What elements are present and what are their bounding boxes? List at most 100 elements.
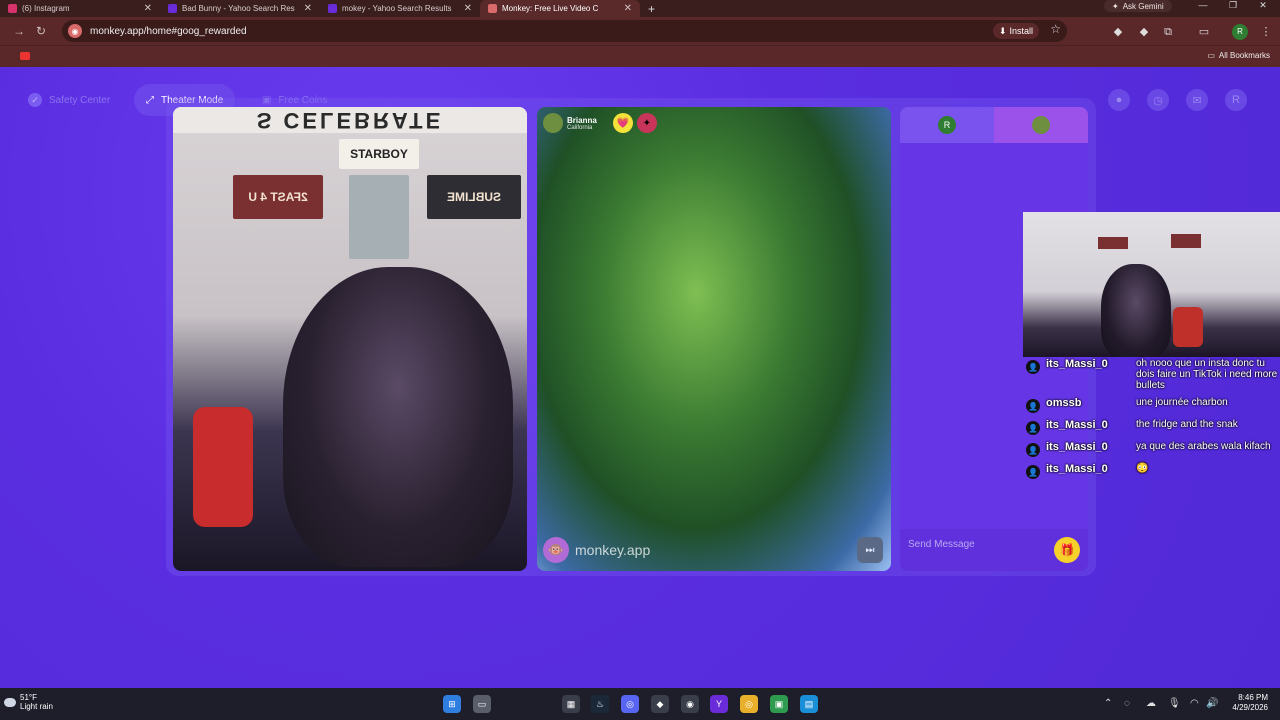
messages-icon[interactable]: ✉	[1186, 89, 1208, 111]
yahoo-icon	[328, 4, 337, 13]
bookmarks-bar: ▭ All Bookmarks	[0, 45, 1280, 67]
flag-badge-icon[interactable]: ✦	[636, 113, 657, 133]
clock[interactable]: 8:46 PM 4/29/2026	[1232, 693, 1268, 713]
chat-message: 👤 omssb une journée charbon	[1024, 397, 1280, 413]
gaming-chair	[193, 407, 253, 527]
starboy-sign: STARBOY	[339, 139, 419, 169]
extension-shield-icon[interactable]: ◆	[1136, 24, 1152, 40]
tab-title: mokey - Yahoo Search Results	[342, 4, 452, 13]
address-bar[interactable]: ◉ monkey.app/home#goog_rewarded ⬇ Install…	[62, 20, 1067, 42]
chat-text: 😳	[1136, 463, 1149, 474]
bookmark-star-icon[interactable]: ☆	[1050, 22, 1061, 36]
chat-username: its_Massi_0	[1046, 463, 1108, 475]
close-window-button[interactable]: ✕	[1248, 0, 1278, 12]
peer-avatar[interactable]	[543, 113, 563, 133]
cat-poster	[349, 175, 409, 259]
mic-icon[interactable]: 🎙	[1168, 698, 1181, 709]
maximize-button[interactable]: ❐	[1218, 0, 1248, 12]
gift-icon: 🎁	[1059, 543, 1075, 557]
user-icon: 👤	[1026, 465, 1040, 479]
history-icon[interactable]: ◷	[1147, 89, 1169, 111]
tab-yahoo-mokey[interactable]: mokey - Yahoo Search Results ✕	[320, 0, 480, 17]
all-bookmarks-label: All Bookmarks	[1218, 51, 1270, 60]
minimize-button[interactable]: —	[1188, 0, 1218, 12]
license-plate-left: 2FAST 4 U	[233, 175, 323, 219]
close-tab-icon[interactable]: ✕	[624, 3, 632, 14]
user-icon: 👤	[1026, 360, 1040, 374]
close-tab-icon[interactable]: ✕	[144, 3, 152, 14]
peer-location: California	[567, 124, 593, 131]
tray-expand-icon[interactable]: ⌃	[1104, 698, 1112, 709]
close-tab-icon[interactable]: ✕	[464, 3, 472, 14]
chrome-icon[interactable]: ◎	[740, 695, 758, 713]
app-icon[interactable]: ◆	[651, 695, 669, 713]
app-icon[interactable]: ▣	[770, 695, 788, 713]
gemini-icon: ✦	[1112, 1, 1119, 11]
coin-icon[interactable]: ●	[1108, 89, 1130, 111]
expand-icon: ⤢	[146, 94, 154, 106]
reload-icon[interactable]: ↻	[30, 24, 52, 38]
tab-peer[interactable]	[994, 107, 1088, 143]
tray-icon[interactable]: ◌	[1124, 698, 1130, 709]
peer-video: Brianna California 💗 ✦ 🐵 monkey.app ⏭	[537, 107, 891, 571]
youtube-icon[interactable]	[20, 52, 30, 60]
tab-instagram[interactable]: (6) Instagram ✕	[0, 0, 160, 17]
tab-self[interactable]: R	[900, 107, 994, 143]
extensions-puzzle-icon[interactable]: ⧉	[1160, 24, 1176, 40]
obs-icon[interactable]: ◉	[681, 695, 699, 713]
license-plate-right: SUBLIME	[427, 175, 521, 219]
user-icon: 👤	[1026, 443, 1040, 457]
watermark-text: monkey.app	[575, 542, 651, 558]
user-icon: 👤	[1026, 399, 1040, 413]
yahoo-taskbar-icon[interactable]: Y	[710, 695, 728, 713]
task-view-icon[interactable]: ▭	[473, 695, 491, 713]
monkey-logo-icon: 🐵	[543, 537, 569, 563]
heart-badge-icon[interactable]: 💗	[612, 113, 633, 133]
extension-fox-icon[interactable]: ◆	[1110, 24, 1126, 40]
tab-yahoo-bad-bunny[interactable]: Bad Bunny - Yahoo Search Res ✕	[160, 0, 320, 17]
side-panel-icon[interactable]: ▭	[1196, 24, 1212, 40]
celebrate-banner: S CELEBRATE	[173, 107, 527, 133]
cam-sign-right	[1171, 234, 1201, 248]
chat-text: oh nooo que un insta donc tu dois faire …	[1136, 358, 1278, 391]
wifi-icon[interactable]: ◠	[1190, 698, 1199, 709]
chat-text: ya que des arabes wala kifach	[1136, 441, 1271, 452]
chat-message: 👤 its_Massi_0 oh nooo que un insta donc …	[1024, 358, 1280, 391]
ask-gemini-label: Ask Gemini	[1122, 1, 1164, 11]
install-icon: ⬇	[998, 25, 1007, 36]
site-info-icon[interactable]: ◉	[68, 24, 82, 38]
weather-widget[interactable]: 51°F Light rain	[4, 693, 53, 711]
date: 4/29/2026	[1232, 703, 1268, 712]
chat-username: its_Massi_0	[1046, 358, 1108, 370]
start-icon[interactable]: ⊞	[443, 695, 461, 713]
cam-chair	[1173, 307, 1203, 347]
forward-icon[interactable]: →	[8, 24, 30, 38]
profile-avatar[interactable]: R	[1225, 89, 1247, 111]
tab-title: Monkey: Free Live Video C	[502, 4, 599, 13]
chat-username: its_Massi_0	[1046, 441, 1108, 453]
volume-icon[interactable]: 🔊	[1206, 698, 1218, 709]
ask-gemini-button[interactable]: ✦ Ask Gemini	[1104, 0, 1172, 12]
gift-button[interactable]: 🎁	[1054, 537, 1080, 563]
safety-center-button[interactable]: ✓ Safety Center	[16, 84, 122, 116]
skip-button[interactable]: ⏭	[857, 537, 883, 563]
store-taskbar-icon[interactable]: ▤	[800, 695, 818, 713]
tab-title: (6) Instagram	[22, 4, 70, 13]
cam-streamer	[1101, 264, 1171, 357]
store-icon[interactable]: ▦	[562, 695, 580, 713]
discord-icon[interactable]: ◎	[621, 695, 639, 713]
new-tab-button[interactable]: +	[640, 2, 663, 16]
cam-sign-left	[1098, 237, 1128, 249]
steam-icon[interactable]: ♨	[591, 695, 609, 713]
send-message-input[interactable]: Send Message	[908, 539, 975, 550]
profile-avatar[interactable]: R	[1232, 24, 1248, 40]
chat-username: omssb	[1046, 397, 1082, 409]
tab-monkey[interactable]: Monkey: Free Live Video C ✕	[480, 0, 640, 17]
install-button[interactable]: ⬇ Install	[992, 23, 1039, 39]
send-message-bar: Send Message 🎁	[900, 529, 1088, 571]
menu-icon[interactable]: ⋮	[1258, 24, 1274, 40]
chat-message: 👤 its_Massi_0 the fridge and the snak	[1024, 419, 1280, 435]
all-bookmarks-button[interactable]: ▭ All Bookmarks	[1207, 51, 1270, 60]
cloud-icon[interactable]: ☁	[1146, 698, 1156, 709]
close-tab-icon[interactable]: ✕	[304, 3, 312, 14]
